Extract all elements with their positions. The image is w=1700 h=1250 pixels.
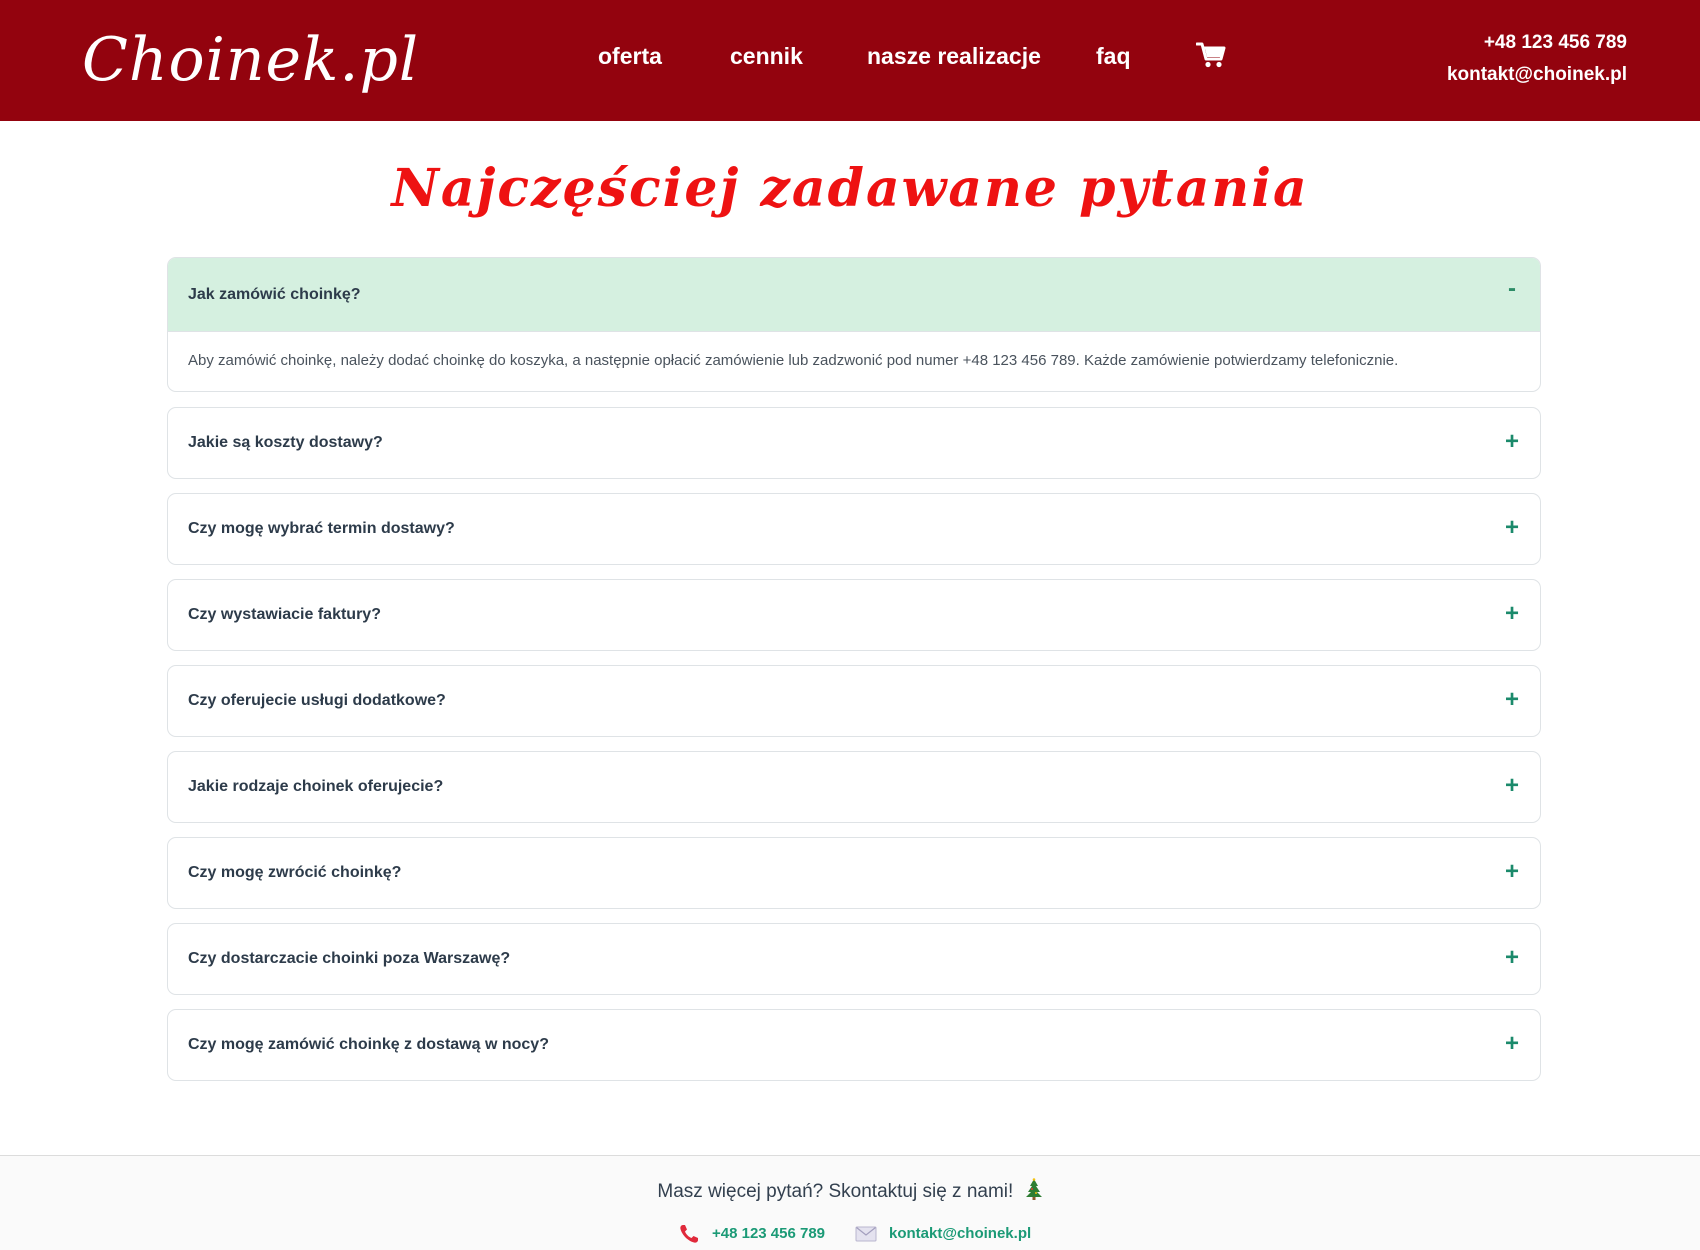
faq-question-header[interactable]: Jak zamówić choinkę? -: [168, 258, 1540, 332]
expand-icon[interactable]: +: [1502, 666, 1522, 734]
faq-question: Czy dostarczacie choinki poza Warszawę?: [188, 950, 511, 967]
faq-question-header[interactable]: Jakie rodzaje choinek oferujecie? +: [168, 752, 1540, 822]
faq-item: Czy wystawiacie faktury? +: [167, 579, 1541, 651]
faq-item: Czy oferujecie usługi dodatkowe? +: [167, 665, 1541, 737]
faq-question-header[interactable]: Czy mogę zwrócić choinkę? +: [168, 838, 1540, 908]
faq-answer: Aby zamówić choinkę, należy dodać choink…: [188, 352, 1399, 369]
faq-item: Czy mogę zamówić choinkę z dostawą w noc…: [167, 1009, 1541, 1081]
header-contact: +48 123 456 789 kontakt@choinek.pl: [1447, 27, 1627, 91]
faq-question: Jakie są koszty dostawy?: [188, 434, 383, 451]
faq-item: Czy dostarczacie choinki poza Warszawę? …: [167, 923, 1541, 995]
faq-item: Jak zamówić choinkę? - Aby zamówić choin…: [167, 257, 1541, 392]
faq-question: Czy oferujecie usługi dodatkowe?: [188, 692, 446, 709]
faq-question-header[interactable]: Czy oferujecie usługi dodatkowe? +: [168, 666, 1540, 736]
faq-item: Czy mogę zwrócić choinkę? +: [167, 837, 1541, 909]
site-footer: Masz więcej pytań? Skontaktuj się z nami…: [0, 1155, 1700, 1250]
page-title: Najczęściej zadawane pytania: [391, 158, 1309, 219]
collapse-icon[interactable]: -: [1502, 258, 1522, 320]
nav-nasze-realizacje[interactable]: nasze realizacje: [867, 38, 1041, 74]
expand-icon[interactable]: +: [1502, 494, 1522, 562]
nav-oferta[interactable]: oferta: [598, 38, 662, 74]
faq-question-header[interactable]: Czy mogę wybrać termin dostawy? +: [168, 494, 1540, 564]
faq-item: Czy mogę wybrać termin dostawy? +: [167, 493, 1541, 565]
expand-icon[interactable]: +: [1502, 580, 1522, 648]
envelope-icon: [855, 1225, 877, 1243]
nav-faq[interactable]: faq: [1096, 38, 1131, 74]
faq-question: Jakie rodzaje choinek oferujecie?: [188, 778, 444, 795]
faq-question: Czy wystawiacie faktury?: [188, 606, 381, 623]
footer-cta: Masz więcej pytań? Skontaktuj się z nami…: [0, 1178, 1700, 1206]
faq-question-header[interactable]: Czy wystawiacie faktury? +: [168, 580, 1540, 650]
footer-cta-text: Masz więcej pytań? Skontaktuj się z nami…: [657, 1181, 1014, 1202]
faq-question: Czy mogę zamówić choinkę z dostawą w noc…: [188, 1036, 549, 1053]
expand-icon[interactable]: +: [1502, 838, 1522, 906]
faq-item: Jakie są koszty dostawy? +: [167, 407, 1541, 479]
header-email[interactable]: kontakt@choinek.pl: [1447, 59, 1627, 91]
faq-question-header[interactable]: Czy mogę zamówić choinkę z dostawą w noc…: [168, 1010, 1540, 1080]
faq-item: Jakie rodzaje choinek oferujecie? +: [167, 751, 1541, 823]
expand-icon[interactable]: +: [1502, 1010, 1522, 1078]
christmas-tree-icon: [1025, 1178, 1043, 1200]
footer-contacts: +48 123 456 789 kontakt@choinek.pl: [0, 1222, 1700, 1246]
faq-question: Czy mogę zwrócić choinkę?: [188, 864, 402, 881]
footer-phone-link[interactable]: +48 123 456 789: [712, 1222, 825, 1246]
expand-icon[interactable]: +: [1502, 752, 1522, 820]
nav-cennik[interactable]: cennik: [730, 38, 803, 74]
cart-icon[interactable]: [1195, 41, 1226, 71]
faq-question-header[interactable]: Jakie są koszty dostawy? +: [168, 408, 1540, 478]
header-phone[interactable]: +48 123 456 789: [1447, 27, 1627, 59]
expand-icon[interactable]: +: [1502, 408, 1522, 476]
faq-question-header[interactable]: Czy dostarczacie choinki poza Warszawę? …: [168, 924, 1540, 994]
site-header: Choinek.pl oferta cennik nasze realizacj…: [0, 0, 1700, 121]
site-logo[interactable]: Choinek.pl: [82, 24, 419, 96]
faq-question: Jak zamówić choinkę?: [188, 286, 361, 303]
footer-email-link[interactable]: kontakt@choinek.pl: [889, 1222, 1031, 1246]
phone-icon: [678, 1223, 700, 1245]
expand-icon[interactable]: +: [1502, 924, 1522, 992]
faq-question: Czy mogę wybrać termin dostawy?: [188, 520, 455, 537]
